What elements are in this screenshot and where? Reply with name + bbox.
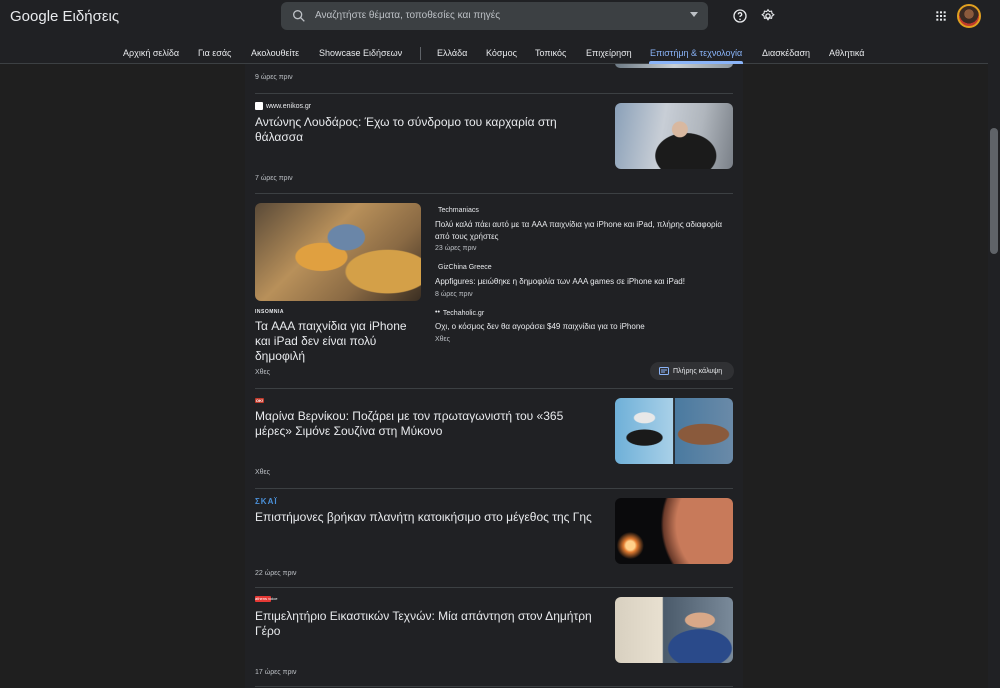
- article-thumbnail[interactable]: [255, 203, 421, 301]
- article-headline[interactable]: Αντώνης Λουδάρος: Έχω το σύνδρομο του κα…: [255, 115, 595, 145]
- article-time: 22 ώρες πριν: [255, 570, 297, 577]
- article-source[interactable]: ΣΚΑΪ: [255, 497, 278, 506]
- settings-icon[interactable]: [760, 8, 776, 24]
- tab-showcase[interactable]: Showcase Ειδήσεων: [319, 48, 402, 58]
- story-cluster: INSOMNIA Τα AAA παιχνίδια για iPhone και…: [255, 203, 733, 383]
- search-input[interactable]: Αναζητήστε θέματα, τοποθεσίες και πηγές: [315, 10, 500, 21]
- article-time: 9 ώρες πριν: [255, 74, 293, 81]
- search-icon[interactable]: [291, 8, 307, 24]
- article-headline[interactable]: Επιμελητήριο Εικαστικών Τεχνών: Μία απάν…: [255, 609, 605, 639]
- source-logo-icon: OK!: [255, 398, 264, 403]
- article-headline[interactable]: Τα AAA παιχνίδια για iPhone και iPad δεν…: [255, 319, 425, 364]
- article-source[interactable]: OK!: [255, 398, 264, 403]
- full-coverage-label: Πλήρης κάλυψη: [673, 367, 723, 375]
- article-source[interactable]: www.enikos.gr: [255, 102, 311, 110]
- source-logo-icon: [255, 102, 263, 110]
- logo-google-text: Google: [10, 8, 59, 25]
- topic-nav: Αρχική σελίδα Για εσάς Ακολουθείτε Showc…: [0, 42, 988, 64]
- coverage-icon: [659, 367, 669, 375]
- tab-greece[interactable]: Ελλάδα: [437, 48, 467, 58]
- sub-article-source[interactable]: Techmaniacs: [435, 207, 479, 214]
- article-thumbnail[interactable]: [615, 498, 733, 564]
- divider: [255, 193, 733, 194]
- article-source[interactable]: INSOMNIA: [255, 309, 284, 315]
- source-logo-icon: athens voice: [255, 596, 278, 602]
- article-thumbnail[interactable]: [615, 398, 733, 464]
- tab-world[interactable]: Κόσμος: [486, 48, 517, 58]
- article-time: Χθες: [255, 369, 271, 376]
- chevron-down-icon[interactable]: [690, 12, 698, 17]
- source-logo-icon: ••: [435, 309, 440, 317]
- scrollbar-thumb[interactable]: [990, 128, 998, 254]
- sub-article-headline[interactable]: Οχι, ο κόσμος δεν θα αγοράσει $49 παιχνί…: [435, 321, 733, 333]
- article-thumbnail[interactable]: [615, 64, 733, 68]
- article-time: Χθες: [255, 469, 271, 476]
- article-time: 17 ώρες πριν: [255, 669, 297, 676]
- sub-article-time: 8 ώρες πριν: [435, 291, 473, 298]
- apps-icon[interactable]: [933, 8, 949, 24]
- article-card[interactable]: ΣΚΑΪ Επιστήμονες βρήκαν πλανήτη κατοικήσ…: [255, 497, 733, 587]
- avatar[interactable]: [957, 4, 981, 28]
- tab-following[interactable]: Ακολουθείτε: [251, 48, 299, 58]
- divider: [255, 686, 733, 687]
- article-thumbnail[interactable]: [615, 597, 733, 663]
- article-headline[interactable]: Μαρίνα Βερνίκου: Ποζάρει με τον πρωταγων…: [255, 409, 595, 439]
- divider: [255, 488, 733, 489]
- tab-sports[interactable]: Αθλητικά: [829, 48, 865, 58]
- divider: [255, 388, 733, 389]
- news-feed: 9 ώρες πριν www.enikos.gr Αντώνης Λουδάρ…: [245, 64, 743, 688]
- article-headline[interactable]: Επιστήμονες βρήκαν πλανήτη κατοικήσιμο σ…: [255, 510, 615, 525]
- tab-entertainment[interactable]: Διασκέδαση: [762, 48, 810, 58]
- tab-home[interactable]: Αρχική σελίδα: [123, 48, 179, 58]
- top-bar: Google Ειδήσεις Αναζητήστε θέματα, τοποθ…: [0, 0, 988, 64]
- article-source[interactable]: athens voice: [255, 596, 278, 602]
- sub-article-time: Χθες: [435, 336, 451, 343]
- sub-article-headline[interactable]: Appfigures: μειώθηκε η δημοφιλία των AAA…: [435, 276, 733, 288]
- help-icon[interactable]: [732, 8, 748, 24]
- search-bar[interactable]: Αναζητήστε θέματα, τοποθεσίες και πηγές: [281, 2, 708, 30]
- article-time: 7 ώρες πριν: [255, 175, 293, 182]
- article-card[interactable]: OK! Μαρίνα Βερνίκου: Ποζάρει με τον πρωτ…: [255, 398, 733, 488]
- nav-divider: [420, 47, 421, 60]
- logo-product-text: Ειδήσεις: [62, 8, 120, 25]
- tab-business[interactable]: Επιχείρηση: [586, 48, 632, 58]
- full-coverage-button[interactable]: Πλήρης κάλυψη: [650, 362, 734, 380]
- sub-article-time: 23 ώρες πριν: [435, 245, 477, 252]
- tab-local[interactable]: Τοπικός: [535, 48, 566, 58]
- article-card[interactable]: athens voice Επιμελητήριο Εικαστικών Τεχ…: [255, 596, 733, 686]
- article-thumbnail[interactable]: [615, 103, 733, 169]
- tab-science-tech[interactable]: Επιστήμη & τεχνολογία: [650, 48, 742, 58]
- divider: [255, 93, 733, 94]
- divider: [255, 587, 733, 588]
- source-name: www.enikos.gr: [266, 102, 312, 110]
- sub-article-headline[interactable]: Πολύ καλά πάει αυτό με τα AAA παιχνίδια …: [435, 219, 733, 243]
- article-card[interactable]: www.enikos.gr Αντώνης Λουδάρος: Έχω το σ…: [255, 102, 733, 192]
- google-news-logo[interactable]: Google Ειδήσεις: [10, 8, 119, 25]
- sub-article-source[interactable]: •• Techaholic.gr: [435, 309, 484, 317]
- sub-article-source[interactable]: GizChina Greece: [435, 264, 492, 271]
- tab-for-you[interactable]: Για εσάς: [198, 48, 231, 58]
- page-scrollbar[interactable]: [988, 0, 1000, 688]
